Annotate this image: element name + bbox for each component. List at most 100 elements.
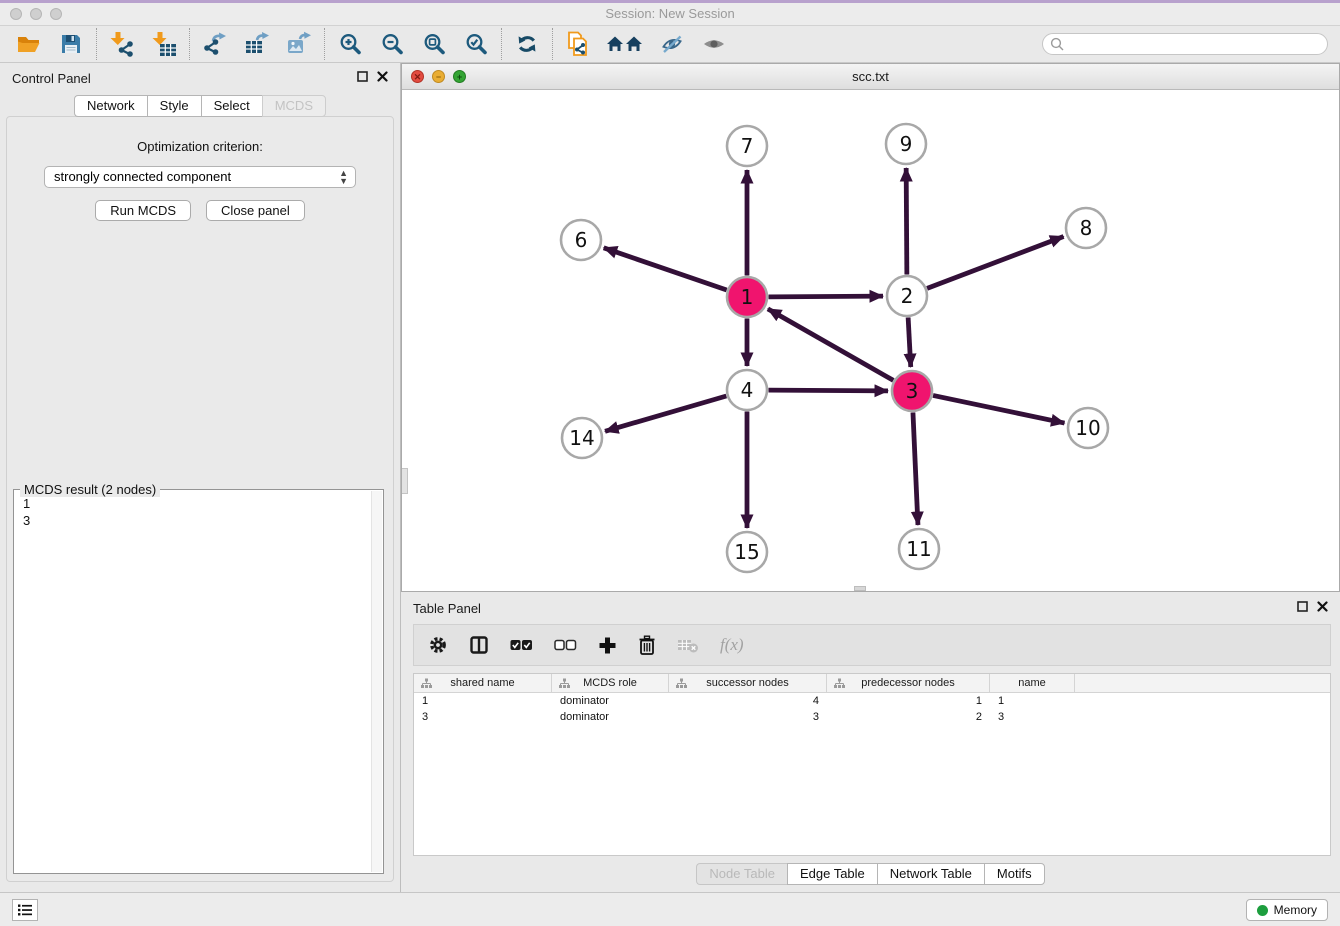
zoom-in-button[interactable] [333, 29, 367, 59]
delete-column-button[interactable] [638, 635, 656, 656]
graph-node-1[interactable]: 1 [727, 277, 767, 317]
run-mcds-button[interactable]: Run MCDS [95, 200, 191, 221]
tab-network[interactable]: Network [74, 95, 147, 117]
save-session-button[interactable] [54, 29, 88, 59]
eye-icon [701, 34, 727, 54]
table-header-row: shared name MCDS rolesuccessor nodes prede… [414, 674, 1330, 693]
tab-select[interactable]: Select [201, 95, 262, 117]
graph-node-11[interactable]: 11 [899, 529, 939, 569]
network-canvas[interactable]: 7 9 6 8 1 2 4 3 14 10 15 11 [402, 90, 1339, 591]
import-network-button[interactable] [105, 29, 139, 59]
close-table-panel-icon[interactable] [1317, 601, 1328, 612]
edge-3-to-10[interactable] [933, 395, 1064, 423]
criterion-dropdown[interactable]: strongly connected component ▲▼ [44, 166, 356, 188]
edge-4-to-14[interactable] [605, 396, 726, 431]
table-options-button[interactable] [428, 635, 448, 655]
home-view-button[interactable] [603, 29, 647, 59]
column-header-predecessor-nodes[interactable]: predecessor nodes [827, 674, 990, 692]
cell-mcds-role[interactable]: dominator [552, 709, 669, 725]
edge-4-to-3[interactable] [768, 390, 888, 391]
table-tab-network-table[interactable]: Network Table [877, 863, 984, 885]
refresh-icon [516, 33, 538, 55]
column-layout-button[interactable] [469, 635, 489, 655]
add-column-button[interactable] [598, 636, 617, 655]
edge-3-to-11[interactable] [913, 412, 918, 525]
network-window-titlebar[interactable]: ✕ − + scc.txt [402, 64, 1339, 90]
float-panel-icon[interactable] [357, 71, 368, 82]
graph-node-2[interactable]: 2 [887, 276, 927, 316]
app-titlebar: Session: New Session [0, 3, 1340, 26]
edge-2-to-8[interactable] [927, 237, 1063, 289]
edge-3-to-1[interactable] [768, 309, 893, 380]
canvas-resize-handle[interactable] [854, 586, 866, 591]
zoom-out-button[interactable] [375, 29, 409, 59]
export-table-button[interactable] [240, 29, 274, 59]
zoom-selected-button[interactable] [459, 29, 493, 59]
column-header-name[interactable]: name [990, 674, 1075, 692]
column-header-label: shared name [450, 677, 514, 689]
function-builder-button[interactable]: f(x) [720, 635, 744, 655]
task-history-button[interactable] [12, 899, 38, 921]
status-bar: Memory [0, 892, 1340, 926]
search-input[interactable] [1042, 33, 1328, 55]
graph-node-7[interactable]: 7 [727, 126, 767, 166]
memory-button[interactable]: Memory [1246, 899, 1328, 921]
hide-panels-button[interactable] [655, 29, 689, 59]
save-floppy-icon [60, 33, 82, 55]
zoom-fit-button[interactable] [417, 29, 451, 59]
cell-name[interactable]: 3 [990, 709, 1075, 725]
deselect-all-rows-button[interactable] [554, 639, 577, 651]
cell-shared-name[interactable]: 3 [414, 709, 552, 725]
refresh-view-button[interactable] [510, 29, 544, 59]
graph-node-9[interactable]: 9 [886, 124, 926, 164]
show-panels-button[interactable] [697, 29, 731, 59]
duplicate-network-button[interactable] [561, 29, 595, 59]
cell-successor-nodes[interactable]: 3 [669, 709, 827, 725]
graph-node-3[interactable]: 3 [892, 371, 932, 411]
tab-mcds[interactable]: MCDS [262, 95, 326, 117]
graph-node-14[interactable]: 14 [562, 418, 602, 458]
tab-style[interactable]: Style [147, 95, 201, 117]
cell-successor-nodes[interactable]: 4 [669, 693, 827, 709]
app-title: Session: New Session [0, 6, 1340, 21]
graph-node-8[interactable]: 8 [1066, 208, 1106, 248]
delete-table-button[interactable] [677, 637, 699, 653]
cell-mcds-role[interactable]: dominator [552, 693, 669, 709]
edge-2-to-9[interactable] [906, 168, 907, 275]
cell-predecessor-nodes[interactable]: 1 [827, 693, 990, 709]
graph-node-6[interactable]: 6 [561, 220, 601, 260]
export-network-icon [202, 31, 228, 57]
column-header-successor-nodes[interactable]: successor nodes [669, 674, 827, 692]
table-row[interactable]: 3dominator323 [414, 709, 1330, 725]
graph-node-10[interactable]: 10 [1068, 408, 1108, 448]
divider-handle[interactable] [402, 468, 408, 494]
graph-node-15[interactable]: 15 [727, 532, 767, 572]
edge-1-to-6[interactable] [604, 248, 727, 290]
cell-predecessor-nodes[interactable]: 2 [827, 709, 990, 725]
column-header-label: predecessor nodes [861, 677, 955, 689]
search-icon [1050, 37, 1064, 51]
close-panel-button[interactable]: Close panel [206, 200, 305, 221]
graph-node-4[interactable]: 4 [727, 370, 767, 410]
table-row[interactable]: 1dominator411 [414, 693, 1330, 709]
close-panel-icon[interactable] [377, 71, 388, 82]
cell-shared-name[interactable]: 1 [414, 693, 552, 709]
edge-2-to-3[interactable] [908, 317, 911, 367]
export-image-button[interactable] [282, 29, 316, 59]
optimization-criterion-label: Optimization criterion: [7, 139, 393, 154]
open-session-button[interactable] [12, 29, 46, 59]
table-tab-motifs[interactable]: Motifs [984, 863, 1045, 885]
zoom-selected-icon [464, 32, 488, 56]
float-table-panel-icon[interactable] [1297, 601, 1308, 612]
hierarchy-icon [421, 678, 432, 689]
column-header-shared-name[interactable]: shared name [414, 674, 552, 692]
result-scrollbar[interactable] [371, 491, 382, 872]
column-header-mcds-role[interactable]: MCDS role [552, 674, 669, 692]
table-tab-edge-table[interactable]: Edge Table [787, 863, 877, 885]
select-all-rows-button[interactable] [510, 639, 533, 651]
export-network-button[interactable] [198, 29, 232, 59]
edge-1-to-2[interactable] [768, 296, 883, 297]
table-tab-node-table[interactable]: Node Table [696, 863, 787, 885]
import-table-button[interactable] [147, 29, 181, 59]
cell-name[interactable]: 1 [990, 693, 1075, 709]
